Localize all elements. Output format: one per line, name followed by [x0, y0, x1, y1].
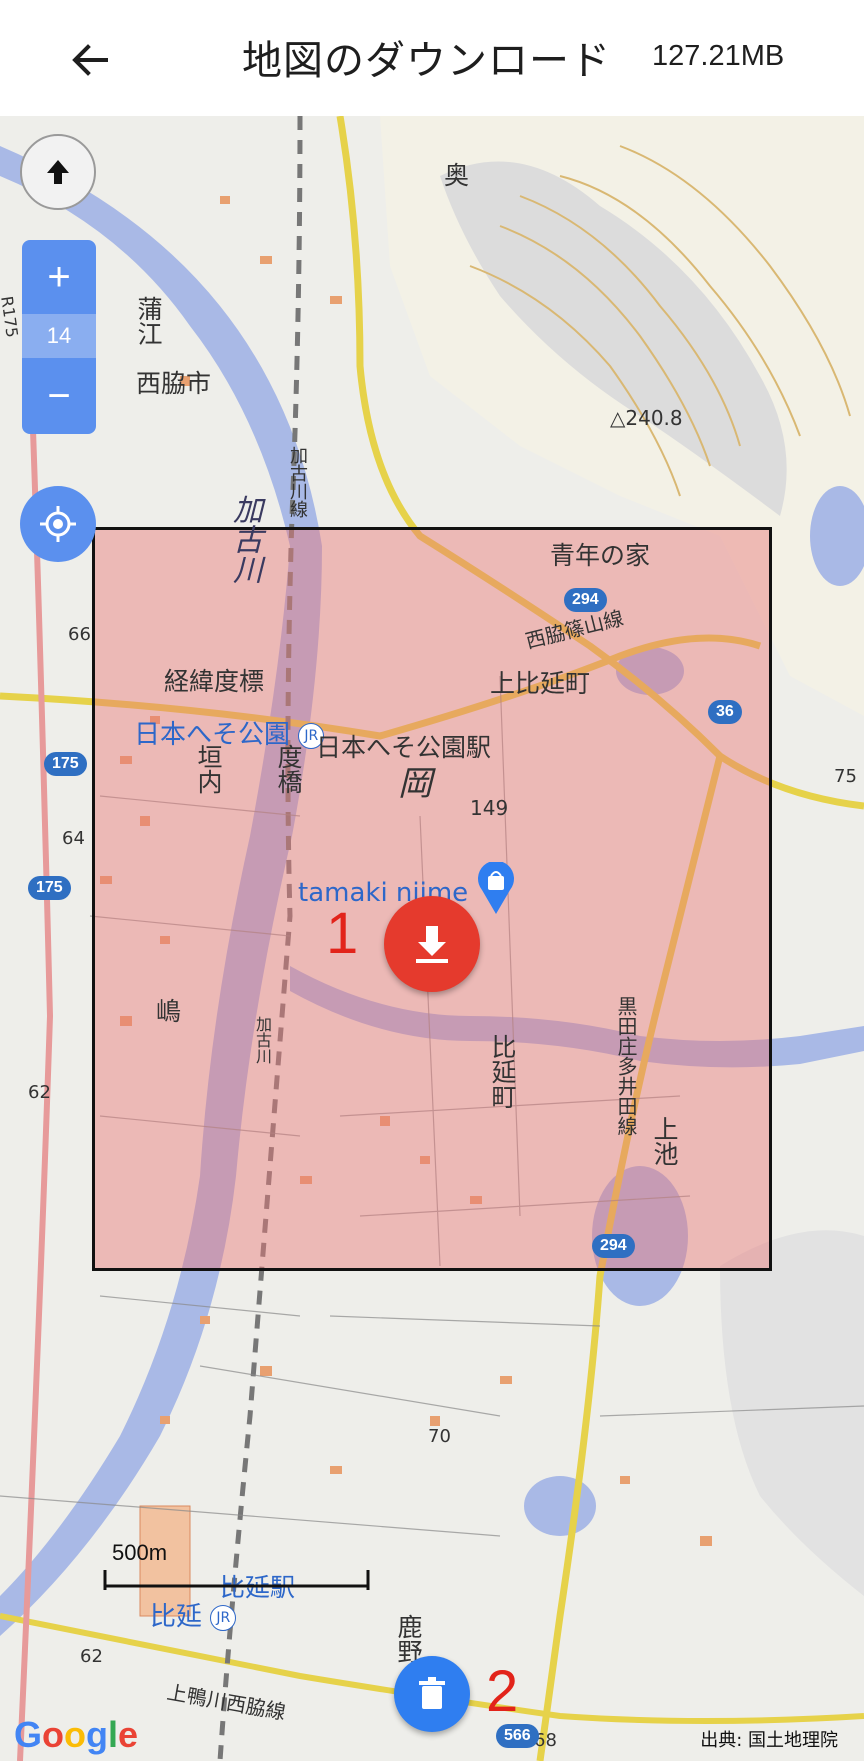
zoom-level-indicator: 14: [22, 314, 96, 358]
page-title: 地図のダウンロード: [242, 38, 611, 84]
route-shield-294b: 294: [592, 1234, 635, 1258]
map-label-elevation-75: 75: [834, 766, 857, 787]
route-shield-294: 294: [564, 588, 607, 612]
map-label-seinen: 青年の家: [550, 541, 651, 570]
arrow-left-icon: [72, 44, 108, 76]
download-button[interactable]: [384, 896, 480, 992]
delete-button[interactable]: [394, 1656, 470, 1732]
map-label-elevation-62b: 62: [80, 1646, 103, 1667]
app-bar: 地図のダウンロード 127.21MB: [0, 0, 864, 116]
zoom-out-button[interactable]: −: [22, 358, 96, 434]
map-view[interactable]: 西脇市 蒲江 奥 △240.8 青年の家 加古川 加古川線 加古川 経緯度標 西…: [0, 116, 864, 1761]
map-label-keiido: 経緯度標: [164, 667, 265, 696]
download-icon: [416, 926, 448, 963]
map-label-kakogawa-river-small: 加古川: [253, 1016, 272, 1064]
compass-north-button[interactable]: [20, 134, 96, 210]
map-label-hieda-town: 比延町: [488, 1034, 517, 1109]
map-label-nishiwaki-city: 西脇市: [136, 369, 212, 398]
map-label-elevation-64: 64: [62, 828, 85, 849]
map-label-shima: 嶋: [156, 997, 182, 1026]
map-attribution: 出典: 国土地理院: [700, 1730, 838, 1751]
map-label-ueike: 上池: [650, 1116, 679, 1166]
map-label-gaichi: 垣内: [194, 744, 223, 794]
zoom-in-button[interactable]: +: [22, 240, 96, 314]
trash-icon: [419, 1677, 445, 1709]
crosshair-icon: [40, 506, 76, 542]
jr-icon: JR: [210, 1604, 237, 1631]
map-label-kakogawa-river: 加古川: [227, 494, 262, 584]
map-label-kuroda-line: 黒田庄多井田線: [614, 996, 638, 1136]
map-label-elevation-149: 149: [470, 796, 509, 820]
download-size: 127.21MB: [652, 40, 785, 72]
minus-icon: −: [47, 374, 71, 418]
arrow-up-icon: [47, 160, 69, 184]
shopping-bag-pin-icon[interactable]: [476, 860, 516, 914]
map-label-wataribashi: 度橋: [274, 744, 303, 794]
map-label-oka: 岡: [398, 764, 432, 804]
back-button[interactable]: [60, 30, 120, 90]
map-label-elevation-240: △240.8: [610, 406, 683, 430]
map-label-elevation-62: 62: [28, 1082, 51, 1103]
map-label-elevation-66: 66: [68, 624, 91, 645]
plus-icon: +: [47, 255, 71, 299]
scale-bar: [103, 1570, 370, 1590]
map-label-kamabo: 蒲江: [134, 296, 163, 346]
route-shield-175: 175: [44, 752, 87, 776]
route-shield-566: 566: [496, 1724, 539, 1748]
marker-number-1: 1: [326, 901, 359, 966]
my-location-button[interactable]: [20, 486, 96, 562]
route-shield-36: 36: [708, 700, 742, 724]
map-label-kakogawa-line: 加古川線: [287, 446, 308, 518]
marker-number-2: 2: [486, 1659, 519, 1724]
map-label-kamihie: 上比延町: [490, 669, 591, 698]
route-shield-175b: 175: [28, 876, 71, 900]
google-logo: Google: [14, 1714, 139, 1755]
map-label-elevation-70: 70: [428, 1426, 451, 1447]
map-label-oku: 奥: [444, 161, 470, 190]
